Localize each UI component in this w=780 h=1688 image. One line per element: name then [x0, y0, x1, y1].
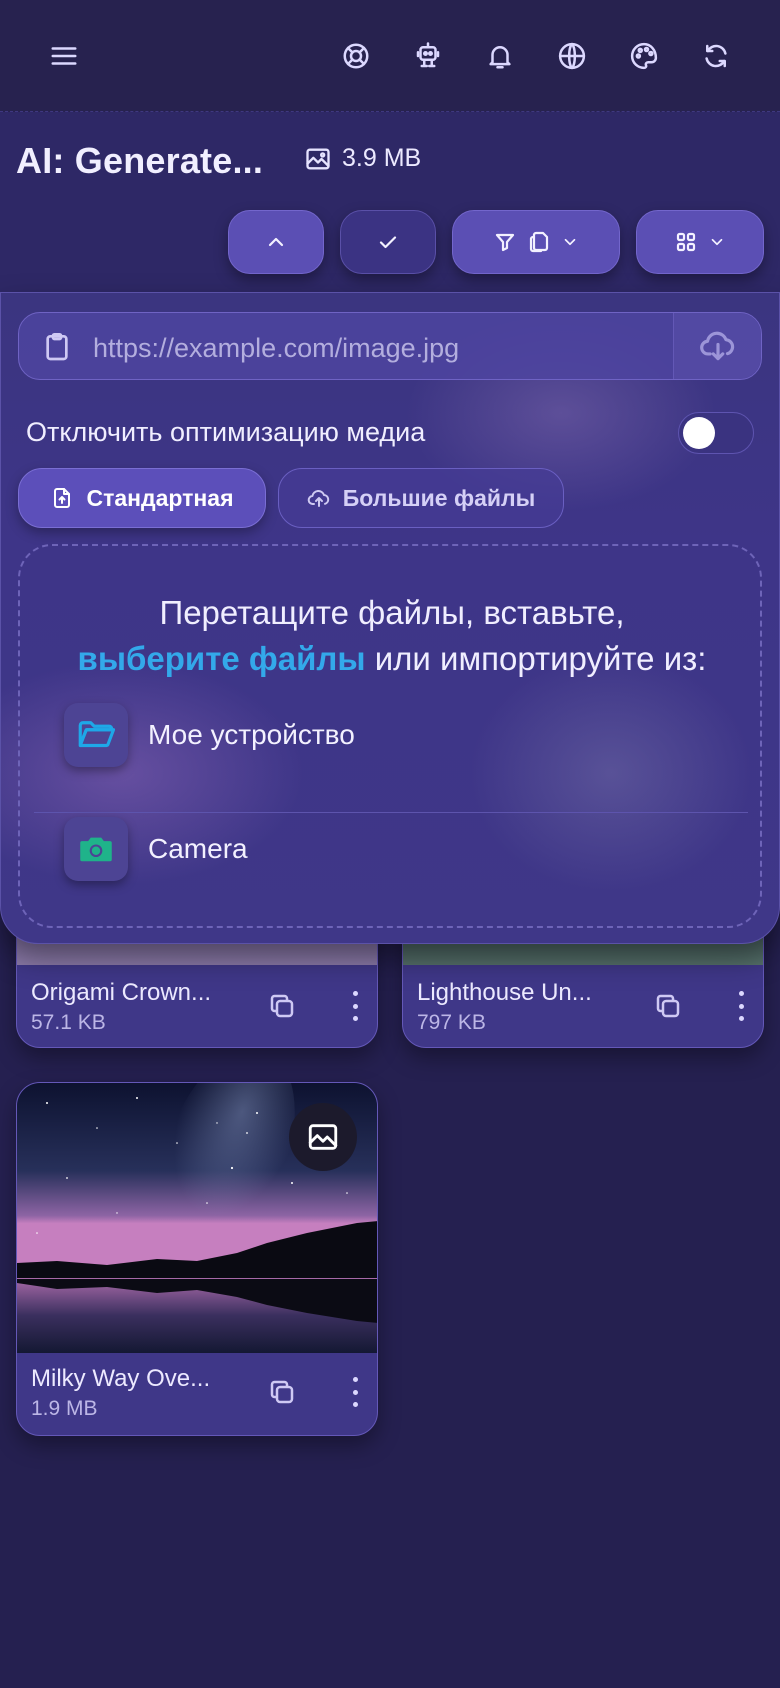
image-icon: [306, 148, 330, 169]
copy-icon: [529, 231, 549, 253]
collapse-button[interactable]: [228, 210, 324, 274]
optimization-label: Отключить оптимизацию медиа: [26, 417, 426, 447]
chevron-up-icon: [268, 237, 284, 247]
file-card[interactable]: Milky Way Ove... 1.9 MB: [16, 1082, 378, 1436]
grid-icon: [676, 232, 696, 252]
filter-icon: [495, 233, 515, 252]
mode-standard-button[interactable]: Стандартная: [18, 468, 266, 528]
select-all-button[interactable]: [340, 210, 436, 274]
page-title: AI: Generate...: [16, 140, 264, 181]
file-size: 57.1 KB: [31, 1011, 106, 1034]
source-my-device[interactable]: Мое устройство: [64, 702, 704, 768]
clipboard-icon[interactable]: [41, 331, 73, 363]
image-icon: [308, 1124, 338, 1150]
copy-icon[interactable]: [653, 991, 683, 1021]
view-mode-dropdown-button[interactable]: [636, 210, 764, 274]
folder-icon: [78, 721, 116, 748]
file-name: Lighthouse Un...: [417, 979, 592, 1006]
menu-icon[interactable]: [44, 36, 84, 76]
file-name: Origami Crown...: [31, 979, 212, 1006]
check-icon: [379, 236, 397, 249]
mode-standard-label: Стандартная: [86, 484, 234, 511]
mode-large-label: Большие файлы: [342, 484, 536, 511]
source-label: Мое устройство: [148, 719, 355, 750]
more-vert-icon[interactable]: [345, 991, 365, 1021]
optimization-toggle[interactable]: [678, 412, 754, 454]
cloud-download-button[interactable]: [673, 313, 761, 379]
source-label: Camera: [148, 833, 248, 864]
url-input[interactable]: https://example.com/image.jpg: [93, 333, 459, 364]
file-size: 797 KB: [417, 1011, 486, 1034]
camera-tile: [64, 817, 128, 881]
mode-large-files-button[interactable]: Большие файлы: [278, 468, 564, 528]
drop-instructions-rest: или импортируйте из:: [365, 640, 707, 677]
bell-icon[interactable]: [480, 36, 520, 76]
copy-icon[interactable]: [267, 1377, 297, 1407]
chevron-down-icon: [711, 238, 723, 246]
globe-icon[interactable]: [552, 36, 592, 76]
palette-icon[interactable]: [624, 36, 664, 76]
camera-icon: [80, 837, 112, 862]
cloud-upload-icon: [307, 489, 329, 507]
url-import-field[interactable]: https://example.com/image.jpg: [18, 312, 762, 380]
file-upload-icon: [54, 488, 71, 508]
toggle-knob: [683, 417, 715, 449]
robot-icon[interactable]: [408, 36, 448, 76]
drop-instructions-line2: выберите файлы или импортируйте из:: [20, 640, 764, 678]
total-size-value: 3.9 MB: [342, 144, 422, 172]
total-size: 3.9 MB: [304, 144, 421, 173]
divider: [34, 812, 748, 813]
more-vert-icon[interactable]: [345, 1377, 365, 1407]
image-type-badge: [289, 1103, 357, 1171]
refresh-icon[interactable]: [696, 36, 736, 76]
browse-files-link[interactable]: выберите файлы: [78, 640, 366, 677]
more-vert-icon[interactable]: [731, 991, 751, 1021]
copy-icon[interactable]: [267, 991, 297, 1021]
drop-zone[interactable]: Перетащите файлы, вставьте, выберите фай…: [18, 544, 762, 928]
drop-instructions: Перетащите файлы, вставьте,: [159, 594, 625, 631]
file-name: Milky Way Ove...: [31, 1365, 211, 1392]
cloud-download-icon: [699, 331, 734, 361]
chevron-down-icon: [564, 238, 576, 246]
lifebuoy-icon[interactable]: [336, 36, 376, 76]
top-app-bar: [0, 0, 780, 112]
filter-dropdown-button[interactable]: [452, 210, 620, 274]
source-camera[interactable]: Camera: [64, 816, 704, 882]
folder-tile: [64, 703, 128, 767]
file-size: 1.9 MB: [31, 1397, 98, 1420]
